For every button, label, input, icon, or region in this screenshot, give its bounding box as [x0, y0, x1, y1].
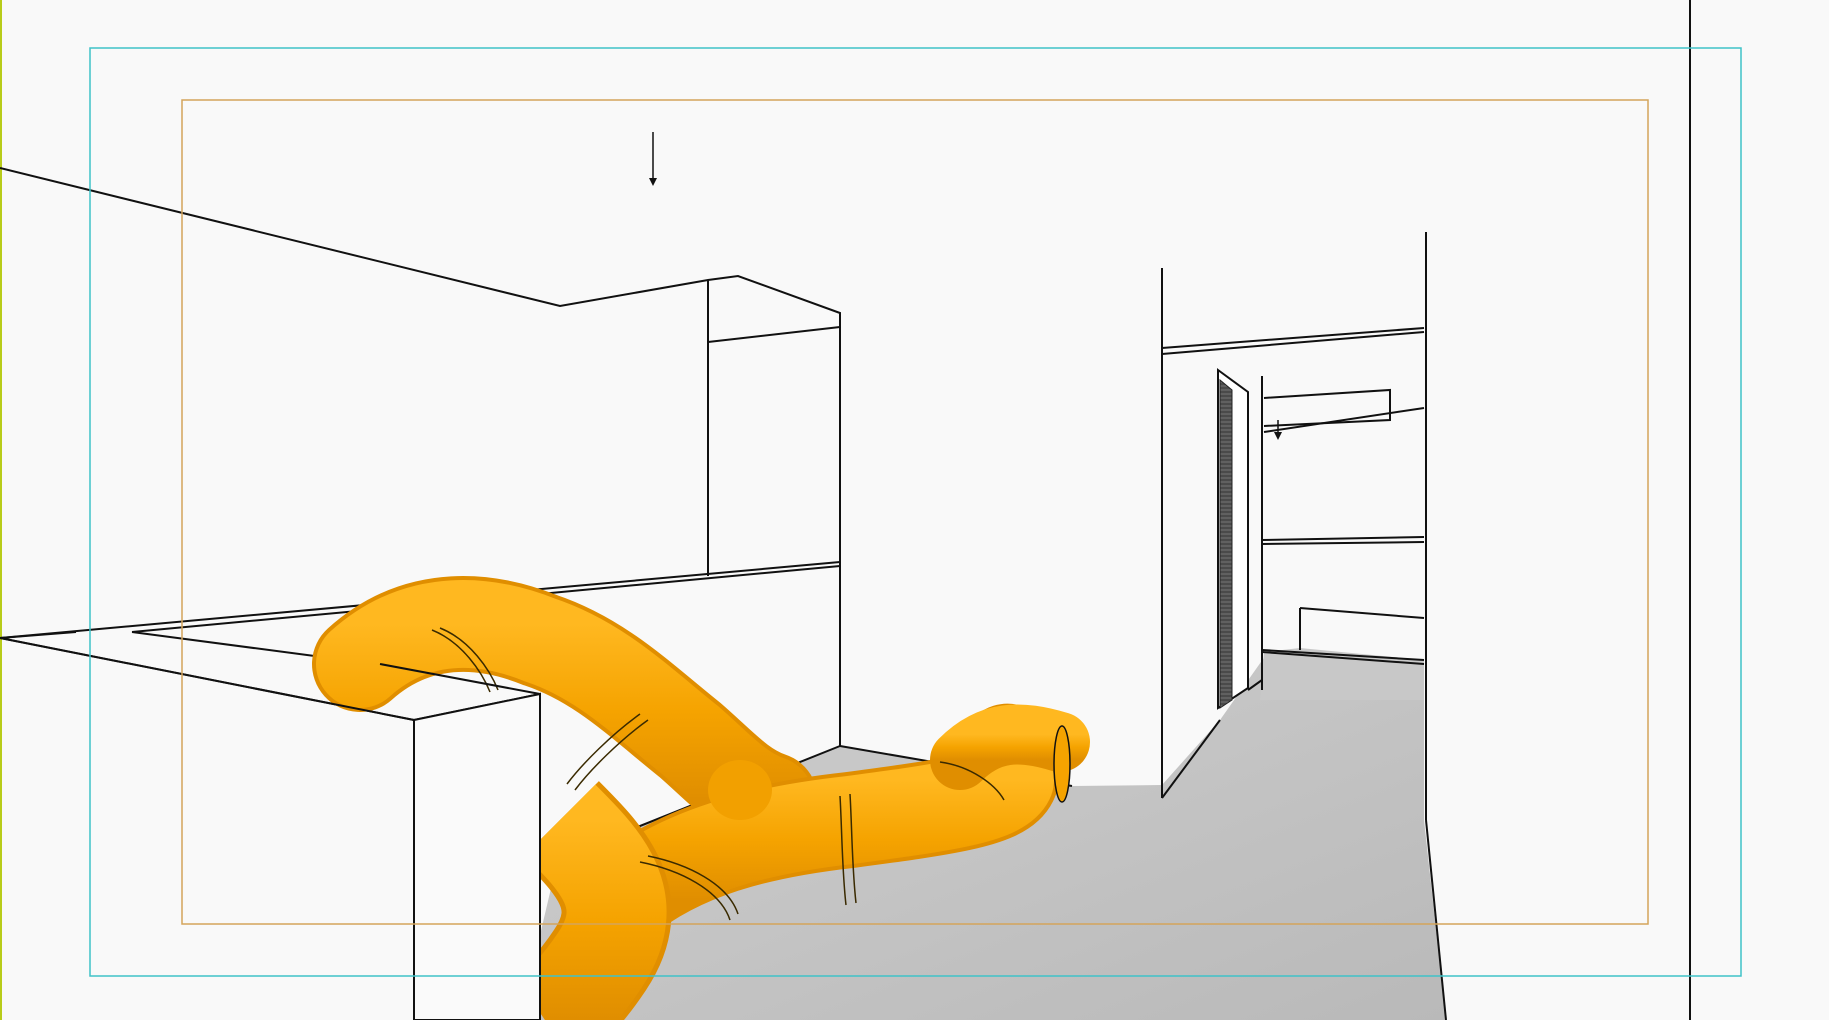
doorway: [1217, 368, 1249, 710]
section-marker-arrow: [649, 132, 657, 186]
scene-canvas[interactable]: [0, 0, 1829, 1020]
foreground-wall-face: [413, 692, 541, 1020]
model-viewport[interactable]: [0, 0, 1829, 1020]
